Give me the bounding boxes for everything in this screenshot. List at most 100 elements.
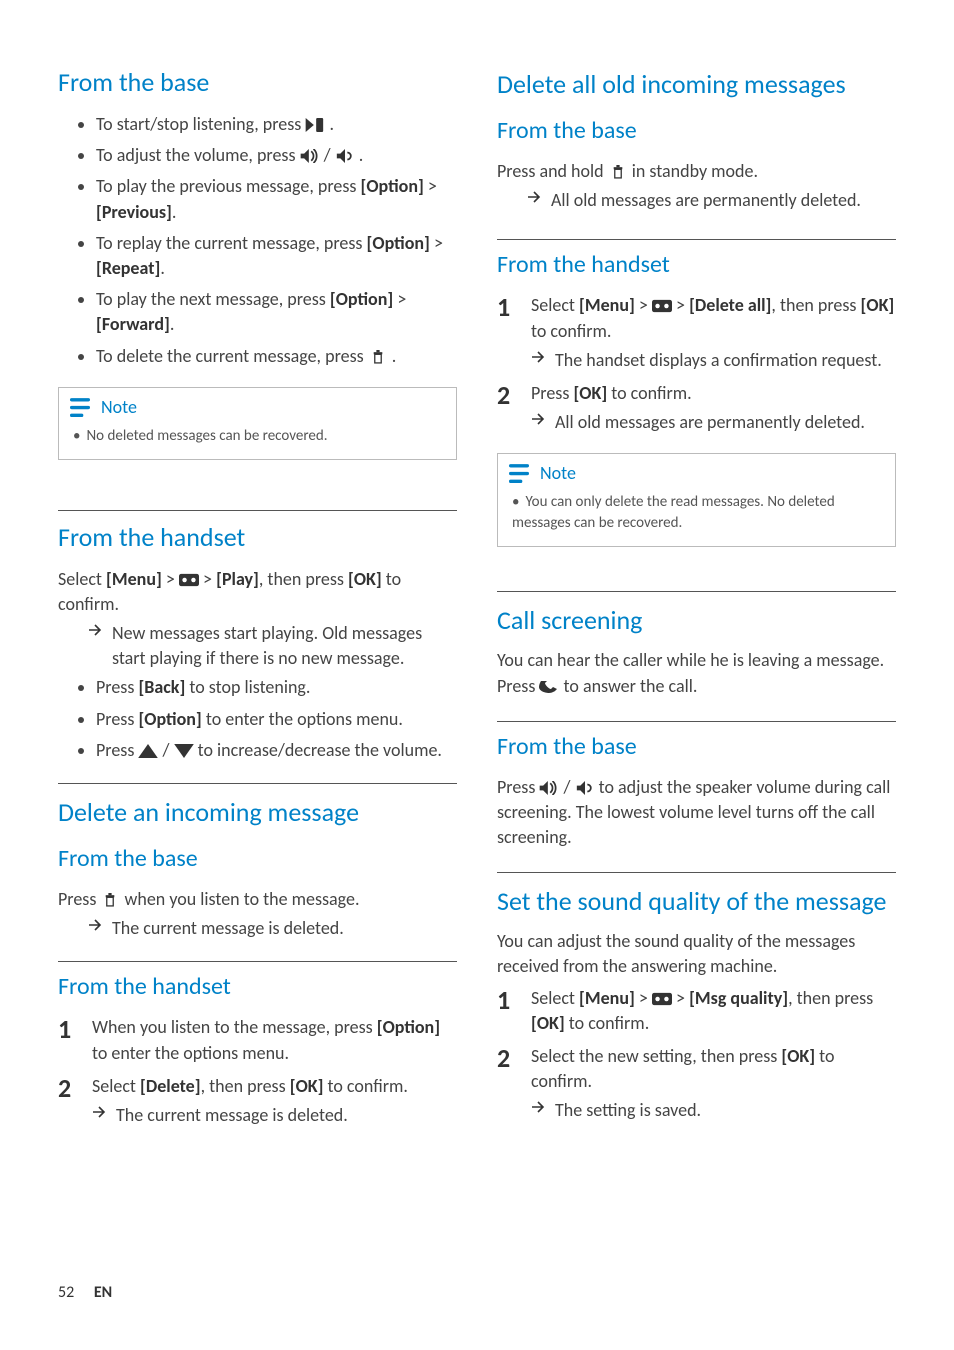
language-code: EN <box>94 1283 112 1302</box>
subheading-from-the-handset: From the handset <box>58 968 457 1001</box>
text: To play the next message, press <box>96 288 330 310</box>
bold-text: [Play] <box>216 568 259 590</box>
result-text: All old messages are permanently deleted… <box>555 410 865 435</box>
text: > <box>635 987 652 1009</box>
text: > <box>672 987 689 1009</box>
result-arrow-icon <box>88 919 102 931</box>
step-item: 2 Select the new setting, then press [OK… <box>497 1044 896 1124</box>
triangle-up-icon <box>138 744 158 758</box>
paragraph: Select [Menu] > > [Play], then press [OK… <box>58 567 457 617</box>
text: To play the previous message, press <box>96 175 361 197</box>
note-box: Note •You can only delete the read messa… <box>497 453 896 547</box>
result-line: The handset displays a confirmation requ… <box>531 348 896 373</box>
subheading-from-the-base: From the base <box>497 728 896 761</box>
result-arrow-icon <box>531 351 545 363</box>
result-text: The current message is deleted. <box>116 1103 348 1128</box>
step-number: 1 <box>497 293 531 373</box>
page-number: 52 <box>58 1283 74 1302</box>
heading-call-screening: Call screening <box>497 598 896 636</box>
step-number: 1 <box>58 1015 92 1065</box>
list-item: To play the next message, press [Option]… <box>96 287 457 337</box>
bold-text: [Menu] <box>106 568 162 590</box>
divider <box>497 239 896 246</box>
step-item: 1 Select [Menu] > > [Msg quality], then … <box>497 986 896 1036</box>
bold-text: [OK] <box>531 1012 565 1034</box>
note-box: Note •No deleted messages can be recover… <box>58 387 457 460</box>
text: > <box>434 232 443 254</box>
bold-text: [OK] <box>573 382 607 404</box>
step-number: 2 <box>497 381 531 435</box>
heading-from-the-handset: From the handset <box>58 517 457 553</box>
result-line: All old messages are permanently deleted… <box>527 188 896 213</box>
text: to enter the options menu. <box>202 708 403 730</box>
left-column: From the base To start/stop listening, p… <box>58 62 457 1138</box>
list-item: To adjust the volume, press / . <box>96 143 457 168</box>
text: to increase/decrease the volume. <box>198 739 442 761</box>
bold-text: [Back] <box>138 676 185 698</box>
text: to confirm. <box>565 1012 650 1034</box>
text: / <box>163 739 174 761</box>
text: When you listen to the message, press <box>92 1016 377 1038</box>
step-body: When you listen to the message, press [O… <box>92 1015 457 1065</box>
text: . <box>170 313 175 335</box>
volume-up-icon <box>539 781 559 795</box>
volume-down-icon <box>575 781 595 795</box>
triangle-down-icon <box>174 744 194 758</box>
step-item: 1 When you listen to the message, press … <box>58 1015 457 1065</box>
step-item: 2 Press [OK] to confirm. All old message… <box>497 381 896 435</box>
bold-text: [Option] <box>330 288 393 310</box>
tape-icon <box>179 573 199 587</box>
list-item: Press [Back] to stop listening. <box>96 675 457 700</box>
text: . <box>392 345 397 367</box>
note-body: •You can only delete the read messages. … <box>498 484 895 546</box>
step-item: 1 Select [Menu] > > [Delete all], then p… <box>497 293 896 373</box>
paragraph: Press / to adjust the speaker volume dur… <box>497 775 896 851</box>
bold-text: [Previous] <box>96 201 172 223</box>
text: Press <box>58 888 100 910</box>
step-number: 2 <box>497 1044 531 1124</box>
text: , then press <box>771 294 860 316</box>
paragraph: Press and hold in standby mode. <box>497 159 896 184</box>
text: to stop listening. <box>185 676 310 698</box>
bullet-list: To start/stop listening, press . To adju… <box>58 112 457 369</box>
text: , then press <box>259 568 348 590</box>
bold-text: [Forward] <box>96 313 170 335</box>
paragraph: Press when you listen to the message. <box>58 887 457 912</box>
list-item: To replay the current message, press [Op… <box>96 231 457 281</box>
result-line: The current message is deleted. <box>92 1103 457 1128</box>
result-arrow-icon <box>531 413 545 425</box>
text: to confirm. <box>323 1075 408 1097</box>
bold-text: [Menu] <box>579 987 635 1009</box>
trash-icon <box>368 350 388 364</box>
text: . <box>329 113 334 135</box>
text: > <box>635 294 652 316</box>
list-item: Press / to increase/decrease the volume. <box>96 738 457 763</box>
note-text: You can only delete the read messages. N… <box>512 493 835 532</box>
heading-delete-incoming-message: Delete an incoming message <box>58 790 457 828</box>
text: , then press <box>201 1075 290 1097</box>
text: Press <box>96 676 138 698</box>
text: Press <box>531 382 573 404</box>
call-icon <box>539 680 559 694</box>
paragraph: You can hear the caller while he is leav… <box>497 648 896 698</box>
text: Press <box>497 776 539 798</box>
text: To adjust the volume, press <box>96 144 300 166</box>
bold-text: [Msg quality] <box>689 987 788 1009</box>
trash-icon <box>608 165 628 179</box>
text: . <box>160 257 165 279</box>
text: > <box>166 568 179 590</box>
text: > <box>203 568 216 590</box>
note-body: •No deleted messages can be recovered. <box>59 418 456 459</box>
play-stop-icon <box>305 118 325 132</box>
bold-text: [Option] <box>138 708 201 730</box>
volume-down-icon <box>335 149 355 163</box>
result-arrow-icon <box>92 1106 106 1118</box>
heading-set-sound-quality: Set the sound quality of the message <box>497 879 896 917</box>
result-arrow-icon <box>88 624 102 636</box>
right-column: Delete all old incoming messages From th… <box>497 62 896 1138</box>
result-text: The current message is deleted. <box>112 916 344 941</box>
text: Press <box>96 739 138 761</box>
bold-text: [Option] <box>361 175 424 197</box>
text: To replay the current message, press <box>96 232 367 254</box>
list-item: Press [Option] to enter the options menu… <box>96 707 457 732</box>
